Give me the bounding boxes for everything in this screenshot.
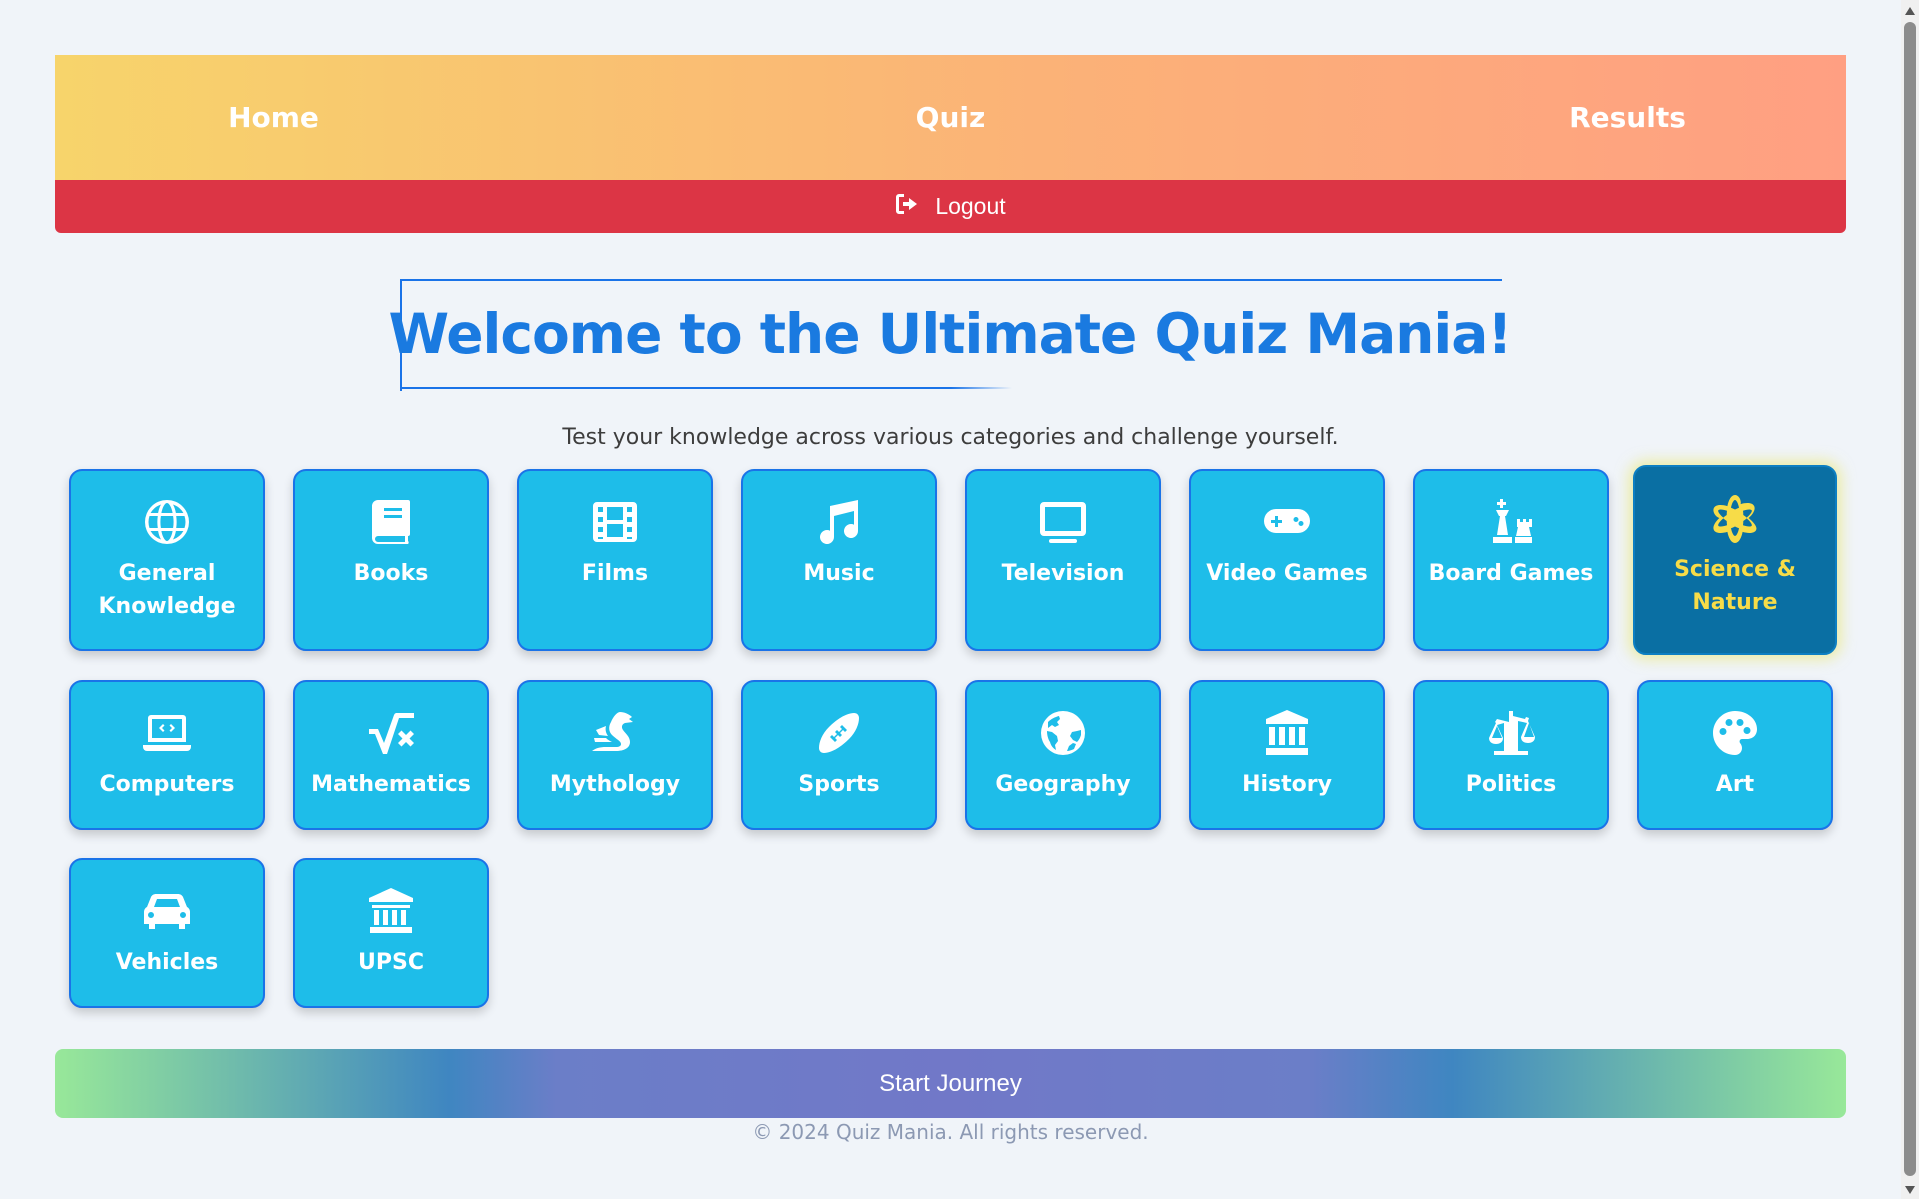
car-icon: [140, 886, 194, 936]
dragon-icon: [588, 708, 642, 758]
landmark-icon: [1260, 708, 1314, 758]
vertical-scrollbar[interactable]: [1901, 0, 1919, 1199]
scale-icon: [1484, 708, 1538, 758]
category-label: Sports: [798, 772, 880, 797]
square-root-icon: [364, 708, 418, 758]
category-label: Vehicles: [115, 950, 219, 975]
category-label: Music: [803, 561, 875, 586]
football-icon: [812, 708, 866, 758]
palette-icon: [1708, 708, 1762, 758]
category-label: Geography: [995, 772, 1131, 797]
tv-icon: [1036, 497, 1090, 547]
scrollbar-thumb[interactable]: [1904, 22, 1916, 1176]
category-label: Science & Nature: [1674, 557, 1796, 615]
category-sports[interactable]: Sports: [741, 680, 937, 830]
category-history[interactable]: History: [1189, 680, 1385, 830]
category-films[interactable]: Films: [517, 469, 713, 651]
globe-icon: [140, 497, 194, 547]
category-mythology[interactable]: Mythology: [517, 680, 713, 830]
category-books[interactable]: Books: [293, 469, 489, 651]
page-subtitle: Test your knowledge across various categ…: [562, 425, 1339, 450]
category-board-games[interactable]: Board Games: [1413, 469, 1609, 651]
page: Home Quiz Results Logout Welcome to the …: [0, 0, 1919, 1199]
earth-icon: [1036, 708, 1090, 758]
laptop-code-icon: [140, 708, 194, 758]
category-label: Video Games: [1206, 561, 1368, 586]
category-label: Films: [581, 561, 649, 586]
welcome-title-box: Welcome to the Ultimate Quiz Mania!: [389, 279, 1512, 391]
category-music[interactable]: Music: [741, 469, 937, 651]
category-label: Computers: [99, 772, 235, 797]
category-label: Mathematics: [311, 772, 471, 797]
category-upsc[interactable]: UPSC: [293, 858, 489, 1008]
category-label: Mythology: [549, 772, 681, 797]
film-icon: [588, 497, 642, 547]
category-label: Board Games: [1428, 561, 1594, 586]
start-journey-button[interactable]: Start Journey: [55, 1049, 1846, 1118]
category-label: Television: [1001, 561, 1125, 586]
category-vehicles[interactable]: Vehicles: [69, 858, 265, 1008]
nav-quiz-link[interactable]: Quiz: [612, 101, 1289, 134]
category-art[interactable]: Art: [1637, 680, 1833, 830]
page-title: Welcome to the Ultimate Quiz Mania!: [388, 302, 1513, 366]
category-television[interactable]: Television: [965, 469, 1161, 651]
nav-results-link[interactable]: Results: [1289, 101, 1919, 134]
chess-icon: [1484, 497, 1538, 547]
category-politics[interactable]: Politics: [1413, 680, 1609, 830]
logout-button[interactable]: Logout: [55, 180, 1846, 233]
atom-icon: [1708, 493, 1762, 543]
category-mathematics[interactable]: Mathematics: [293, 680, 489, 830]
book-icon: [364, 497, 418, 547]
navbar: Home Quiz Results: [55, 55, 1846, 180]
category-computers[interactable]: Computers: [69, 680, 265, 830]
logout-icon: [895, 193, 919, 221]
scroll-down-arrow-icon[interactable]: [1904, 1182, 1916, 1196]
category-label: Books: [353, 561, 429, 586]
title-underline: [400, 387, 1012, 389]
category-label: Art: [1715, 772, 1755, 797]
category-geography[interactable]: Geography: [965, 680, 1161, 830]
category-general-knowledge[interactable]: General Knowledge: [69, 469, 265, 651]
footer-copyright: © 2024 Quiz Mania. All rights reserved.: [752, 1120, 1149, 1144]
scroll-up-arrow-icon[interactable]: [1904, 3, 1916, 17]
nav-home-link[interactable]: Home: [0, 101, 612, 134]
logout-label: Logout: [935, 193, 1006, 219]
music-icon: [812, 497, 866, 547]
category-science-nature[interactable]: Science & Nature: [1633, 465, 1837, 655]
gamepad-icon: [1260, 497, 1314, 547]
category-video-games[interactable]: Video Games: [1189, 469, 1385, 651]
category-label: Politics: [1465, 772, 1557, 797]
category-label: UPSC: [358, 950, 424, 975]
building-columns-icon: [364, 886, 418, 936]
category-label: History: [1242, 772, 1332, 797]
category-label: General Knowledge: [98, 561, 236, 619]
